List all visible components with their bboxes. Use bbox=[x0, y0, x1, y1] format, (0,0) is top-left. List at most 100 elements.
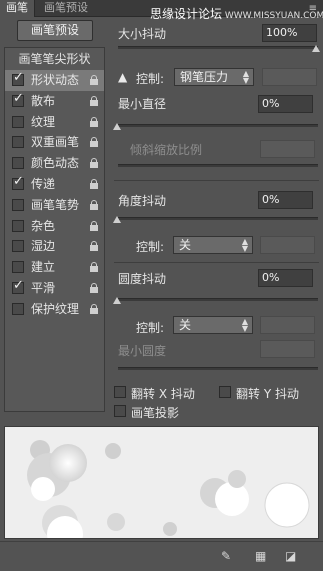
select-arrows-icon: ▲ ▼ bbox=[241, 317, 248, 333]
roundness-jitter-label: 圆度抖动 bbox=[118, 272, 167, 286]
roundness-jitter-thumb[interactable] bbox=[113, 297, 121, 304]
sidebar-item[interactable]: 纹理 bbox=[5, 112, 104, 133]
control3-label: 控制: bbox=[136, 321, 165, 335]
brush-tip-shape-item[interactable]: 画笔笔尖形状 bbox=[5, 48, 104, 70]
panel-bottom-bar: ✎ ▦ ◪ bbox=[0, 541, 323, 571]
flip-x-checkbox[interactable] bbox=[114, 386, 126, 398]
sidebar-item-label: 形状动态 bbox=[31, 73, 80, 87]
brush-dab bbox=[49, 444, 87, 482]
size-jitter-label: 大小抖动 bbox=[118, 27, 167, 41]
sidebar-item-checkbox[interactable] bbox=[12, 302, 24, 315]
sidebar-item[interactable]: 湿边 bbox=[5, 236, 104, 257]
control2-value: 关 bbox=[179, 238, 192, 252]
sidebar-item[interactable]: 颜色动态 bbox=[5, 153, 104, 174]
control3-select[interactable]: 关 ▲ ▼ bbox=[173, 316, 253, 334]
brush-stroke-preview bbox=[4, 426, 319, 539]
sidebar-item-checkbox[interactable] bbox=[12, 219, 24, 232]
angle-jitter-slider[interactable] bbox=[118, 217, 318, 220]
sidebar-item-label: 纹理 bbox=[31, 114, 56, 129]
min-diameter-label: 最小直径 bbox=[118, 97, 167, 111]
lock-icon[interactable] bbox=[90, 262, 98, 273]
size-jitter-slider[interactable] bbox=[118, 46, 318, 49]
sidebar-item-checkbox[interactable] bbox=[12, 198, 24, 211]
sidebar-item-label: 传递 bbox=[31, 176, 56, 191]
roundness-jitter-slider[interactable] bbox=[118, 298, 318, 301]
lock-icon[interactable] bbox=[90, 75, 98, 85]
brush-dab bbox=[31, 477, 55, 501]
brush-projection-checkbox[interactable] bbox=[114, 405, 126, 417]
sidebar-item-checkbox[interactable] bbox=[12, 115, 24, 128]
panel-menu-icon[interactable]: ≡ bbox=[309, 3, 317, 14]
lock-icon[interactable] bbox=[90, 158, 98, 169]
lock-icon[interactable] bbox=[90, 220, 98, 231]
checkmark-icon: ✓ bbox=[13, 70, 24, 85]
roundness-jitter-value[interactable]: 0% bbox=[258, 269, 313, 287]
min-diameter-value[interactable]: 0% bbox=[258, 95, 313, 113]
tab-brush[interactable]: 画笔 bbox=[0, 0, 35, 17]
sidebar-item-checkbox[interactable] bbox=[12, 157, 24, 170]
sidebar-item[interactable]: 双重画笔 bbox=[5, 132, 104, 153]
preview-canvas bbox=[5, 427, 318, 538]
brush-dab bbox=[107, 513, 125, 531]
brush-dab bbox=[215, 482, 249, 516]
brush-presets-button[interactable]: 画笔预设 bbox=[17, 20, 93, 41]
lock-icon[interactable] bbox=[90, 178, 98, 189]
sidebar-item[interactable]: 杂色 bbox=[5, 216, 104, 237]
angle-jitter-thumb[interactable] bbox=[113, 216, 121, 223]
lock-icon[interactable] bbox=[90, 199, 98, 210]
sidebar-item-label: 湿边 bbox=[31, 239, 56, 254]
brush-projection-label: 画笔投影 bbox=[131, 406, 180, 420]
sidebar-item-checkbox[interactable] bbox=[12, 136, 24, 149]
checkmark-icon: ✓ bbox=[13, 277, 24, 293]
select-arrows-icon: ▲ ▼ bbox=[242, 69, 249, 85]
min-diameter-slider[interactable] bbox=[118, 124, 318, 127]
flip-x-label: 翻转 X 抖动 bbox=[131, 387, 195, 401]
brush-dab bbox=[228, 470, 246, 488]
control1-value: 钢笔压力 bbox=[180, 70, 229, 84]
watermark: 思缘设计论坛 WWW.MISSYUAN.COM bbox=[150, 5, 323, 22]
lock-icon[interactable] bbox=[90, 303, 98, 314]
select-arrows-icon: ▲ ▼ bbox=[241, 237, 248, 253]
sidebar-item-label: 杂色 bbox=[31, 218, 56, 233]
sidebar-item[interactable]: ✓ 形状动态 bbox=[5, 70, 104, 91]
sidebar-item-checkbox[interactable]: ✓ bbox=[12, 174, 24, 190]
min-roundness-label: 最小圆度 bbox=[118, 344, 167, 358]
grid-icon[interactable]: ▦ bbox=[255, 550, 266, 562]
new-preset-icon[interactable]: ◪ bbox=[285, 550, 296, 562]
lock-icon[interactable] bbox=[90, 95, 98, 106]
sidebar-item-checkbox[interactable] bbox=[12, 240, 24, 253]
sidebar-item-checkbox[interactable] bbox=[12, 261, 24, 274]
brush-dab bbox=[264, 482, 310, 528]
lock-icon[interactable] bbox=[90, 137, 98, 148]
size-jitter-value[interactable]: 100% bbox=[262, 24, 317, 42]
control1-label: 控制: bbox=[136, 72, 165, 86]
sidebar-item-label: 平滑 bbox=[31, 280, 56, 295]
flip-y-checkbox[interactable] bbox=[219, 386, 231, 398]
brush-toggle-icon[interactable]: ✎ bbox=[221, 550, 231, 562]
size-jitter-thumb[interactable] bbox=[312, 45, 320, 52]
lock-icon[interactable] bbox=[90, 241, 98, 252]
sidebar-item[interactable]: 画笔笔势 bbox=[5, 195, 104, 216]
lock-icon[interactable] bbox=[90, 116, 98, 127]
sidebar-item[interactable]: 建立 bbox=[5, 257, 104, 278]
min-diameter-thumb[interactable] bbox=[113, 123, 121, 130]
min-roundness-value bbox=[260, 340, 315, 358]
sidebar-item[interactable]: 保护纹理 bbox=[5, 299, 104, 320]
control2-extra-field bbox=[260, 236, 315, 254]
brush-settings-list: 画笔笔尖形状 ✓ 形状动态 ✓ 散布 纹理 双重画笔 颜色动态 ✓ 传递 画笔笔势 杂色 湿边 建立 ✓ 平… bbox=[4, 47, 105, 412]
sidebar-item[interactable]: ✓ 散布 bbox=[5, 91, 104, 112]
sidebar-item-checkbox[interactable]: ✓ bbox=[12, 91, 24, 107]
control1-select[interactable]: 钢笔压力 ▲ ▼ bbox=[174, 68, 254, 86]
sidebar-item-checkbox[interactable]: ✓ bbox=[12, 70, 24, 86]
lock-icon[interactable] bbox=[90, 282, 98, 293]
panel-tab-bar: 画笔 画笔预设 思缘设计论坛 WWW.MISSYUAN.COM ≡ bbox=[0, 0, 323, 21]
tab-brush-presets[interactable]: 画笔预设 bbox=[38, 0, 94, 17]
control2-select[interactable]: 关 ▲ ▼ bbox=[173, 236, 253, 254]
brush-dab bbox=[105, 443, 121, 459]
sidebar-item[interactable]: ✓ 传递 bbox=[5, 174, 104, 195]
sidebar-item-checkbox[interactable]: ✓ bbox=[12, 277, 24, 294]
sidebar-item[interactable]: ✓ 平滑 bbox=[5, 278, 104, 299]
angle-jitter-value[interactable]: 0% bbox=[258, 191, 313, 209]
tilt-scale-label: 倾斜缩放比例 bbox=[130, 143, 203, 157]
angle-jitter-label: 角度抖动 bbox=[118, 194, 167, 208]
